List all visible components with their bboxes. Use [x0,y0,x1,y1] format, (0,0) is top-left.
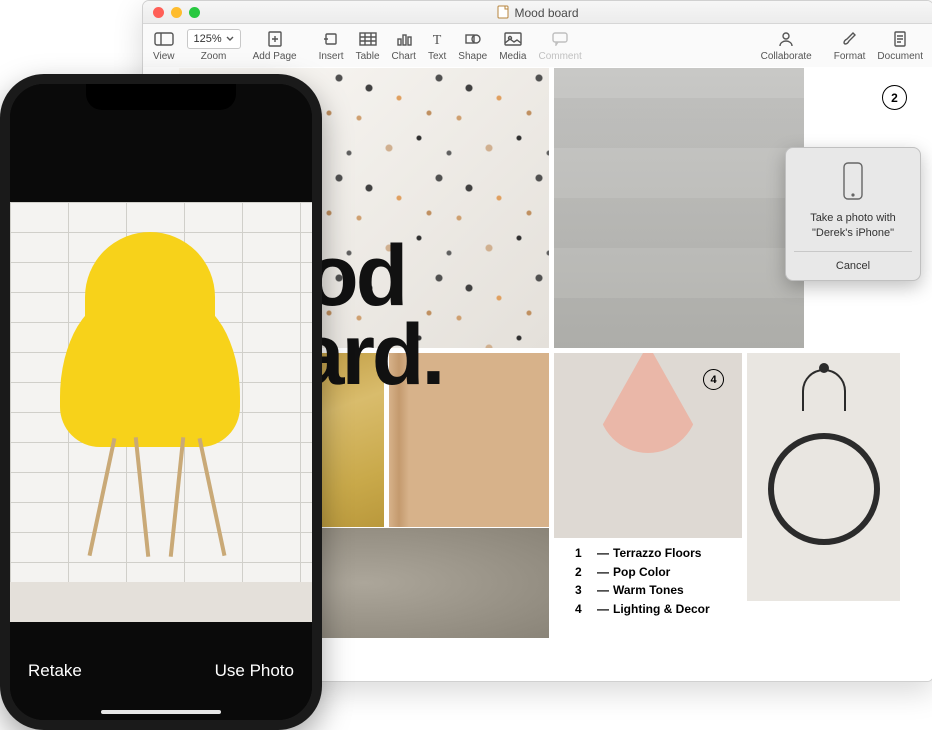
legend-item: 4—Lighting & Decor [575,600,710,619]
use-photo-button[interactable]: Use Photo [215,661,294,681]
callout-badge-4[interactable]: 4 [703,369,724,390]
table-button[interactable]: Table [356,30,380,62]
chart-button[interactable]: Chart [392,30,416,62]
legend-list[interactable]: 1—Terrazzo Floors 2—Pop Color 3—Warm Ton… [575,544,710,618]
table-icon [359,30,377,48]
add-page-button[interactable]: Add Page [253,30,297,62]
text-icon: T [430,30,444,48]
window-zoom-button[interactable] [189,7,200,18]
document-icon [893,30,907,48]
callout-badge-2[interactable]: 2 [882,85,907,110]
chart-icon [396,30,412,48]
legend-item: 1—Terrazzo Floors [575,544,710,563]
window-minimize-button[interactable] [171,7,182,18]
paintbrush-icon [842,30,858,48]
image-concrete[interactable] [553,67,805,349]
image-mirror[interactable] [746,352,901,602]
shape-button[interactable]: Shape [458,30,487,62]
chevron-down-icon [226,36,234,42]
home-indicator[interactable] [101,710,221,714]
window-traffic-lights [153,7,200,18]
collaborate-button[interactable]: Collaborate [761,30,812,62]
text-button[interactable]: T Text [428,30,446,62]
legend-item: 2—Pop Color [575,563,710,582]
retake-button[interactable]: Retake [28,661,82,681]
document-button[interactable]: Document [877,30,923,62]
legend-item: 3—Warm Tones [575,581,710,600]
comment-icon [552,30,568,48]
iphone-icon [841,162,865,203]
shape-icon [465,30,481,48]
comment-button: Comment [538,30,581,62]
continuity-camera-popover: Take a photo with"Derek's iPhone" Cancel [785,147,921,281]
svg-text:T: T [433,33,442,46]
iphone-screen: Retake Use Photo [10,84,312,720]
media-button[interactable]: Media [499,30,526,62]
add-page-icon [268,30,282,48]
insert-button[interactable]: Insert [319,30,344,62]
format-button[interactable]: Format [834,30,866,62]
zoom-select[interactable]: 125% [187,29,241,49]
media-icon [504,30,522,48]
window-close-button[interactable] [153,7,164,18]
popover-cancel-button[interactable]: Cancel [794,251,912,280]
sidebar-icon [154,30,174,48]
popover-message: Take a photo with"Derek's iPhone" [794,211,912,241]
zoom-button[interactable]: 125% Zoom [187,30,241,62]
camera-viewfinder [10,202,312,622]
camera-bottom-bar: Retake Use Photo [10,622,312,720]
collaborate-icon [778,30,794,48]
toolbar: View 125% Zoom Add Page Insert [143,24,932,69]
window-titlebar: Mood board [143,1,932,24]
view-button[interactable]: View [153,30,175,62]
iphone-notch [86,84,236,110]
document-icon [497,5,509,19]
insert-icon [323,30,339,48]
window-title: Mood board [143,5,932,20]
iphone-device: Retake Use Photo [0,74,322,730]
